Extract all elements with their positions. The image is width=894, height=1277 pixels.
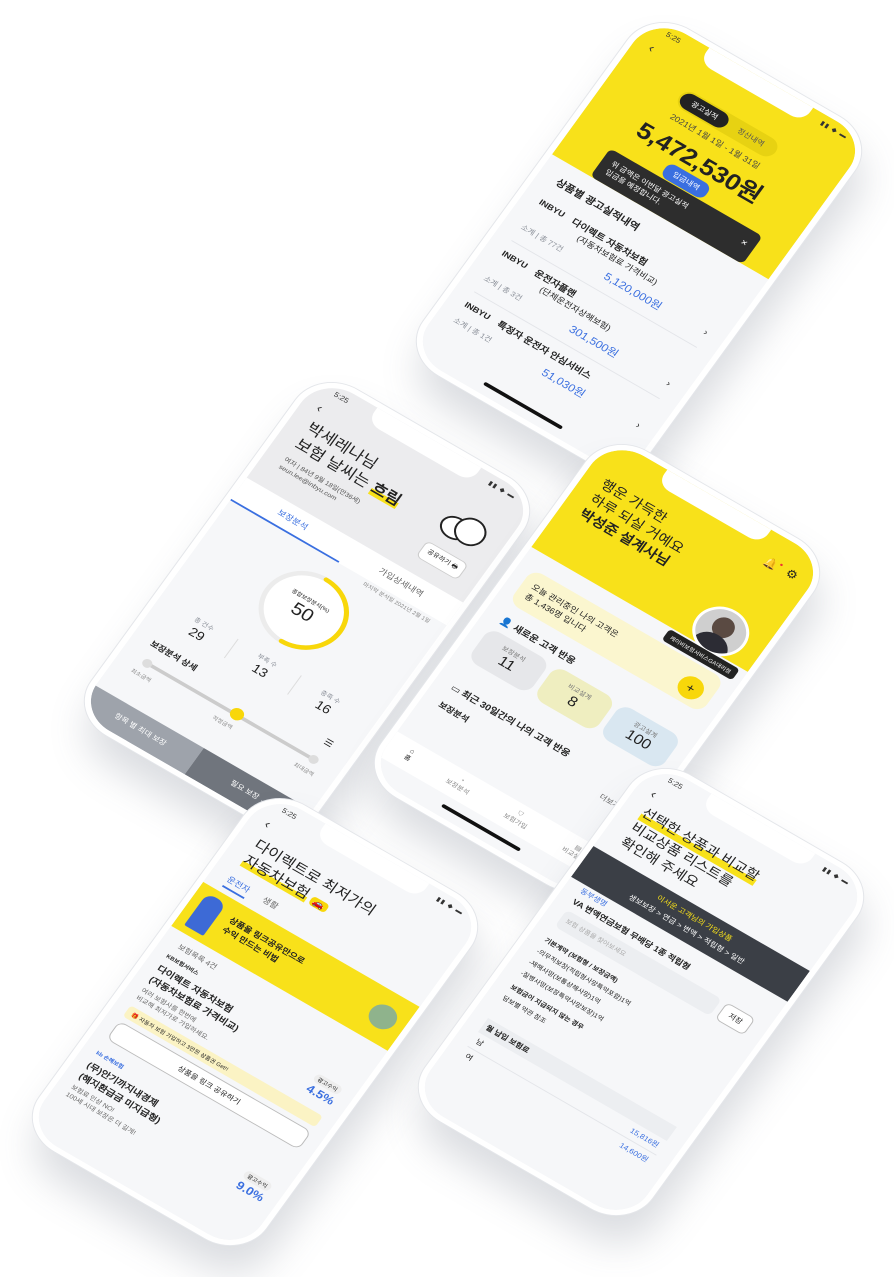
printer-icon: 🖶 — [449, 562, 460, 572]
share-label: 공유하기 — [425, 548, 452, 567]
subtotal-label: 소계 — [481, 274, 500, 289]
slider-min-dot — [140, 657, 155, 670]
reaction-card-ad[interactable]: 광고설계 100 — [598, 703, 683, 771]
nav-home-label: 홈 — [402, 754, 412, 763]
plus-icon: + — [682, 679, 699, 696]
screen: 5:25 ▮▮ ◆ ▬ ‹ 다이렉트로 최저가의 자동차보험 🚗 운전자 생활 … — [24, 791, 486, 1253]
slider-label-min: 최소금액 — [129, 668, 152, 684]
chevron-right-icon[interactable]: › — [634, 421, 643, 431]
premium-label: 여 — [463, 1052, 475, 1063]
phone-ad-performance: 5:25 ▮▮ ◆ ▬ ‹ 광고실적 정산내역 2021년 1월 1일 - 1월… — [400, 7, 878, 485]
status-icons: ▮▮ ◆ ▬ — [434, 896, 465, 917]
back-icon[interactable]: ‹ — [648, 787, 661, 801]
nav-home[interactable]: ⌂ 홈 — [401, 748, 416, 764]
phone-car-insurance: 5:25 ▮▮ ◆ ▬ ‹ 다이렉트로 최저가의 자동차보험 🚗 운전자 생활 … — [16, 783, 494, 1261]
analysis-label: 보장분석 — [436, 700, 471, 725]
chevron-right-icon[interactable]: › — [701, 328, 710, 338]
nav-subscribe[interactable]: ⛉ 보험가입 — [501, 805, 533, 831]
list-icon[interactable]: ☰ — [321, 737, 335, 750]
banner-illustration — [184, 892, 227, 936]
premium-label: 남 — [474, 1037, 486, 1048]
reaction-card-compare[interactable]: 비교설계 8 — [532, 665, 617, 733]
tab-life[interactable]: 생활 — [257, 894, 281, 915]
chevron-right-icon[interactable]: › — [664, 379, 673, 389]
slider-max-dot — [306, 753, 321, 766]
product-logo: INBYU — [537, 197, 568, 219]
subtotal-label: 소계 — [451, 316, 470, 331]
slider-handle[interactable] — [227, 705, 247, 723]
subtotal-count: 총 1건 — [470, 326, 494, 345]
subtotal-label: 소계 — [519, 223, 537, 238]
screen: 5:25 ▮▮ ◆ ▬ ‹ 광고실적 정산내역 2021년 1월 1일 - 1월… — [408, 15, 870, 477]
car-icon: 🚗 — [307, 895, 330, 914]
stat-met: 충족 수 16 — [287, 675, 365, 731]
required-coverage-label: 필요 보장 — [228, 778, 261, 802]
coin-illustration — [363, 999, 403, 1035]
subtotal-count: 총 3건 — [500, 285, 524, 303]
nav-coverage[interactable]: ◔ 보장분석 — [443, 772, 475, 798]
status-time: 5:25 — [280, 806, 299, 821]
product-logo: INBYU — [500, 248, 530, 270]
banner-text: 상품을 링크공유만으로 수익 만드는 비법 — [220, 914, 308, 976]
subtotal-count: 총 77건 — [537, 233, 565, 254]
back-icon[interactable]: ‹ — [262, 817, 275, 831]
status-icons: ▮▮ ◆ ▬ — [820, 866, 851, 887]
status-time: 5:25 — [666, 776, 685, 791]
